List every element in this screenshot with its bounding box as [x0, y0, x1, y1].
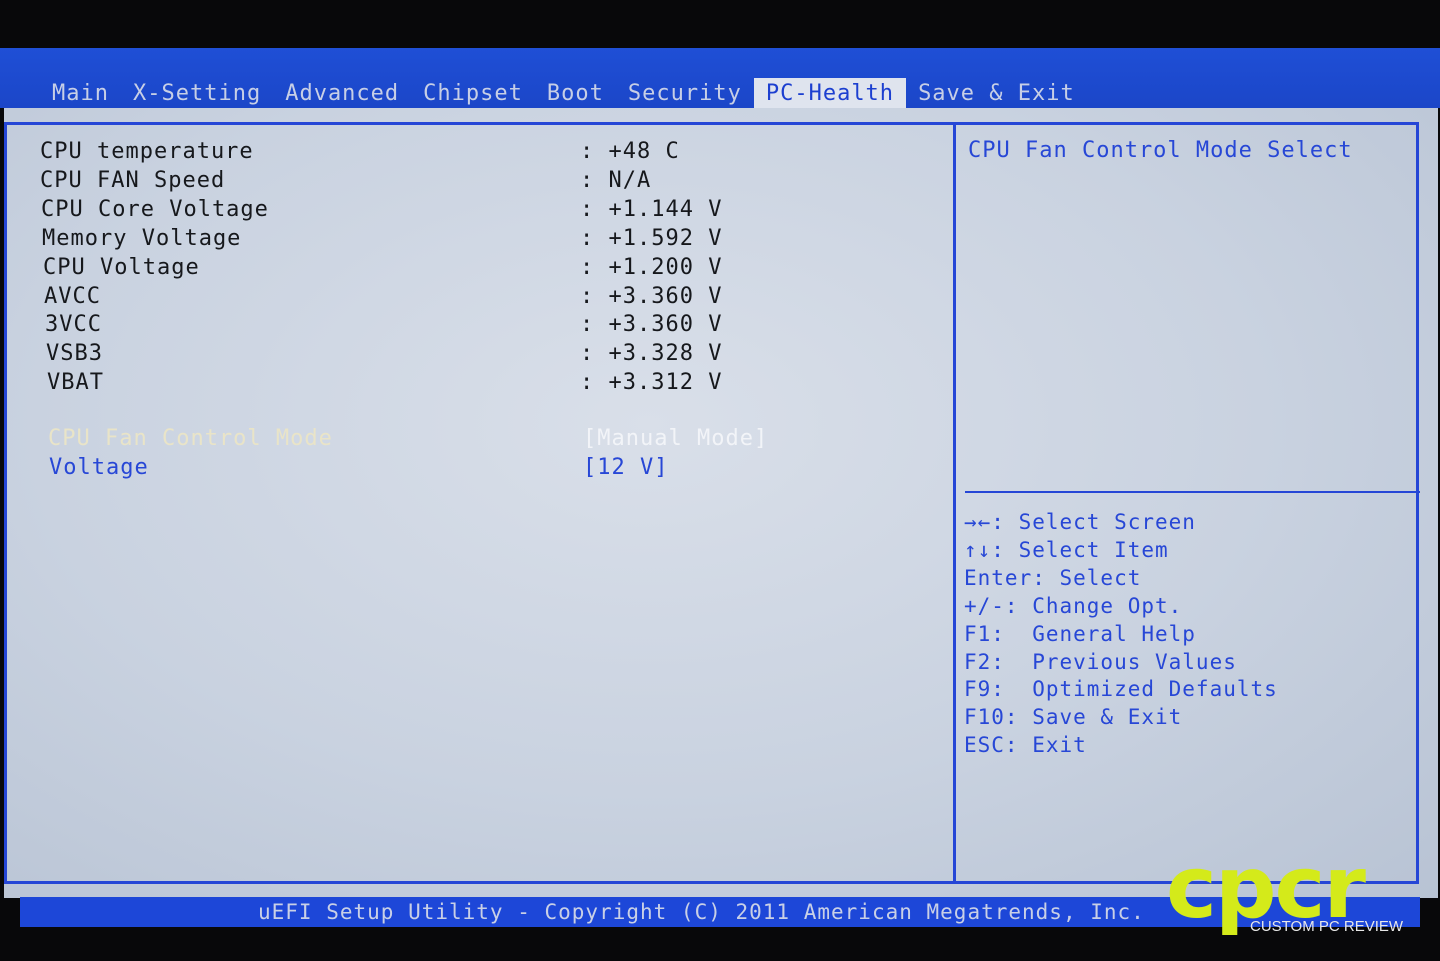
vertical-divider	[953, 122, 956, 884]
reading-value: : +48 C	[580, 139, 680, 164]
tab-boot[interactable]: Boot	[535, 78, 616, 108]
tab-strip: Main X-Setting Advanced Chipset Boot Sec…	[40, 78, 1087, 108]
logo-mark: cpcr	[1166, 838, 1366, 938]
help-title: CPU Fan Control Mode Select	[968, 138, 1353, 163]
reading-label: CPU FAN Speed	[40, 168, 226, 193]
key-hint: F10: Save & Exit	[964, 705, 1183, 730]
tab-save-exit[interactable]: Save & Exit	[906, 78, 1087, 108]
reading-value: : +3.360 V	[580, 312, 723, 337]
reading-label: VSB3	[46, 341, 103, 366]
key-legend: →←: Select Screen ↑↓: Select Item Enter:…	[964, 509, 1278, 760]
reading-label: VBAT	[47, 370, 104, 395]
reading-label: AVCC	[44, 284, 101, 309]
key-hint: F9: Optimized Defaults	[964, 677, 1278, 702]
reading-value: : +3.312 V	[580, 370, 723, 395]
bios-screen: Main X-Setting Advanced Chipset Boot Sec…	[0, 0, 1440, 961]
copyright-text: uEFI Setup Utility - Copyright (C) 2011 …	[258, 900, 1145, 924]
key-hint: F1: General Help	[964, 621, 1196, 646]
reading-label: CPU temperature	[40, 139, 254, 164]
tab-main[interactable]: Main	[40, 78, 121, 108]
key-hint: Enter: Select	[964, 565, 1142, 590]
key-hint: F2: Previous Values	[964, 649, 1237, 674]
reading-value: : +3.328 V	[580, 341, 723, 366]
reading-value: : +3.360 V	[580, 284, 723, 309]
tab-security[interactable]: Security	[616, 78, 754, 108]
setting-value-voltage[interactable]: [12 V]	[583, 455, 668, 481]
key-hint: ESC: Exit	[964, 733, 1087, 758]
setting-value-cpu-fan-control-mode[interactable]: [Manual Mode]	[583, 426, 768, 452]
cpcr-logo: cpcr CUSTOM PC REVIEW	[1166, 838, 1416, 938]
reading-label: CPU Core Voltage	[41, 197, 269, 222]
reading-value: : N/A	[580, 168, 652, 193]
reading-label: Memory Voltage	[42, 226, 242, 251]
setting-label-cpu-fan-control-mode[interactable]: CPU Fan Control Mode	[48, 426, 333, 452]
key-hint: +/-: Change Opt.	[964, 593, 1183, 618]
tab-advanced[interactable]: Advanced	[273, 78, 411, 108]
reading-value: : +1.592 V	[580, 226, 723, 251]
key-hint: →←: Select Screen	[964, 510, 1196, 534]
tab-x-setting[interactable]: X-Setting	[121, 78, 273, 108]
logo-tagline: CUSTOM PC REVIEW	[1250, 918, 1404, 935]
tab-chipset[interactable]: Chipset	[411, 78, 535, 108]
help-divider	[965, 491, 1420, 493]
tab-pc-health[interactable]: PC-Health	[753, 78, 907, 108]
setting-label-voltage[interactable]: Voltage	[49, 455, 149, 481]
reading-label: CPU Voltage	[43, 255, 200, 280]
key-hint: ↑↓: Select Item	[964, 537, 1169, 562]
reading-value: : +1.144 V	[580, 197, 723, 222]
reading-label: 3VCC	[45, 312, 102, 337]
reading-value: : +1.200 V	[580, 255, 723, 280]
